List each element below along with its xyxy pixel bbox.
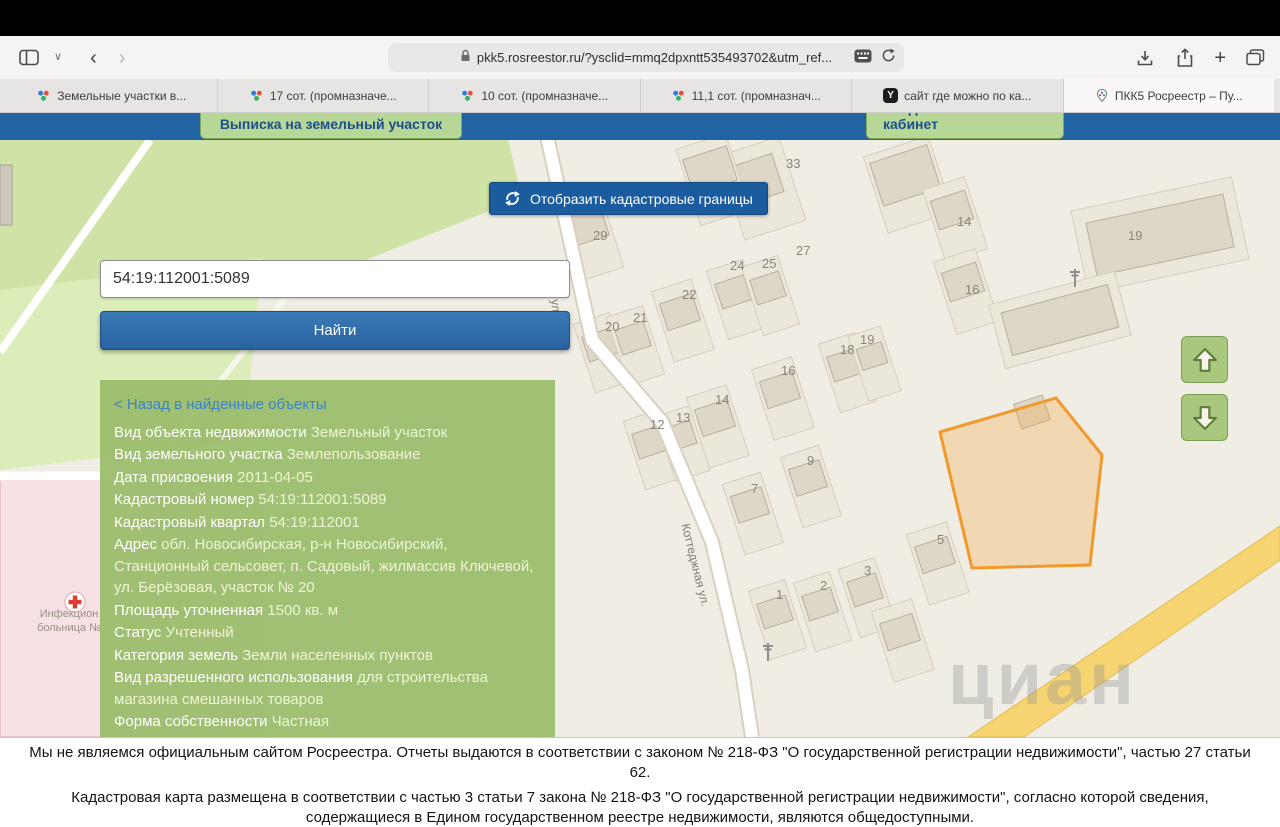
info-row: Дата присвоения 2011-04-05 bbox=[114, 468, 313, 486]
parcel-number: 1 bbox=[776, 587, 784, 602]
screen: ∨ ‹ › pkk5.rosreestor.ru/?ysclid=mmq2dpx… bbox=[0, 0, 1280, 827]
parcel-number: 3 bbox=[864, 563, 872, 578]
info-row: Вид разрешенного использования для строи… bbox=[114, 669, 488, 708]
tab-10-sot[interactable]: 10 сот. (промназначе... bbox=[429, 79, 641, 112]
parcel-number: 12 bbox=[650, 417, 665, 432]
info-row: Категория земель Земли населенных пункто… bbox=[114, 646, 433, 664]
chevron-down-icon[interactable]: ∨ bbox=[54, 52, 62, 63]
tab-yandex-search[interactable]: Y сайт где можно по ка... bbox=[852, 79, 1064, 112]
parcel-number: 9 bbox=[807, 453, 815, 468]
back-to-results-link[interactable]: < Назад в найденные объекты bbox=[114, 394, 541, 416]
show-boundaries-label: Отобразить кадастровые границы bbox=[530, 190, 753, 207]
tab-zemelnye-uchastki[interactable]: Земельные участки в... bbox=[6, 79, 218, 112]
map-pin-favicon bbox=[1095, 88, 1109, 103]
parcel-number: 27 bbox=[796, 243, 811, 258]
login-button[interactable]: Вход в личный кабинет bbox=[866, 113, 1064, 139]
arrow-up-icon bbox=[1192, 347, 1217, 372]
parcel-number: 14 bbox=[715, 392, 730, 407]
parcel-number: 16 bbox=[965, 282, 980, 297]
info-row: Вид объекта недвижимости Земельный участ… bbox=[114, 423, 448, 441]
cian-favicon bbox=[671, 88, 686, 103]
parcel-number: 20 bbox=[605, 319, 620, 334]
parcel-number: 18 bbox=[840, 342, 855, 357]
share-icon[interactable] bbox=[1174, 47, 1196, 69]
refresh-icon bbox=[504, 190, 521, 207]
new-tab-icon[interactable]: + bbox=[1214, 48, 1226, 68]
info-row: Кадастровый квартал 54:19:112001 bbox=[114, 513, 360, 531]
info-row: Площадь уточненная 1500 кв. м bbox=[114, 601, 339, 619]
site-header: Выписка на земельный участок Вход в личн… bbox=[0, 113, 1280, 140]
selected-parcel[interactable] bbox=[938, 396, 1104, 570]
parcel-info-panel: < Назад в найденные объекты Вид объекта … bbox=[100, 380, 555, 737]
show-boundaries-button[interactable]: Отобразить кадастровые границы bbox=[489, 182, 768, 215]
tab-17-sot[interactable]: 17 сот. (промназначе... bbox=[218, 79, 429, 112]
page-tools-icon[interactable] bbox=[854, 49, 872, 68]
cian-watermark: циан bbox=[948, 637, 1137, 720]
parcel-number: 25 bbox=[762, 256, 777, 271]
tab-pkk5-rosreestr[interactable]: ПКК5 Росреестр – Пу... bbox=[1063, 79, 1274, 112]
downloads-icon[interactable] bbox=[1134, 47, 1156, 69]
browser-toolbar: ∨ ‹ › pkk5.rosreestor.ru/?ysclid=mmq2dpx… bbox=[0, 36, 1280, 80]
top-black-bar bbox=[0, 0, 1280, 36]
lock-icon bbox=[460, 49, 471, 67]
info-row: Форма собственности Частная bbox=[114, 713, 330, 730]
forward-icon[interactable]: › bbox=[119, 48, 126, 68]
find-button[interactable]: Найти bbox=[100, 311, 570, 350]
info-row: Адрес обл. Новосибирская, р-н Новосибирс… bbox=[114, 536, 534, 596]
tab-title: 17 сот. (промназначе... bbox=[269, 88, 397, 103]
parcel-number: 16 bbox=[781, 363, 796, 378]
tab-title: Земельные участки в... bbox=[57, 88, 187, 103]
parcel-number: 7 bbox=[751, 481, 759, 496]
parcel-number: 29 bbox=[593, 228, 608, 243]
address-bar[interactable]: pkk5.rosreestor.ru/?ysclid=mmq2dpxntt535… bbox=[388, 43, 904, 72]
cian-favicon bbox=[36, 88, 51, 103]
parcel-number: 21 bbox=[633, 310, 648, 325]
statement-button[interactable]: Выписка на земельный участок bbox=[200, 113, 462, 139]
tab-bar: Земельные участки в... 17 сот. (промназн… bbox=[0, 79, 1280, 113]
footer: Мы не являемся официальным сайтом Росрее… bbox=[0, 737, 1280, 827]
info-row: Статус Учтенный bbox=[114, 624, 234, 641]
tab-title: сайт где можно по ка... bbox=[904, 88, 1032, 103]
cian-favicon bbox=[460, 88, 475, 103]
arrow-down-icon bbox=[1192, 405, 1217, 430]
parcel-number: 2 bbox=[820, 578, 828, 593]
tab-title: 10 сот. (промназначе... bbox=[481, 88, 609, 103]
tab-title: 11,1 сот. (промназнач... bbox=[691, 88, 821, 103]
pan-down-button[interactable] bbox=[1181, 394, 1228, 441]
tab-title: ПКК5 Росреестр – Пу... bbox=[1114, 88, 1243, 103]
pan-up-button[interactable] bbox=[1181, 336, 1228, 383]
parcel-number: 22 bbox=[682, 287, 697, 302]
parcel-number: 13 bbox=[676, 410, 691, 425]
footer-line-2: Кадастровая карта размещена в соответств… bbox=[71, 789, 1209, 826]
cian-favicon bbox=[249, 88, 264, 103]
info-row: Вид земельного участка Землепользование bbox=[114, 446, 421, 463]
reload-icon[interactable] bbox=[881, 48, 896, 68]
parcel-number: 5 bbox=[937, 532, 945, 547]
yandex-favicon: Y bbox=[883, 88, 899, 103]
back-icon[interactable]: ‹ bbox=[90, 48, 97, 68]
info-row: Кадастровый номер 54:19:112001:5089 bbox=[114, 491, 387, 508]
parcel-number: 14 bbox=[957, 214, 972, 229]
sidebar-icon[interactable] bbox=[18, 47, 40, 69]
parcel-number: 19 bbox=[860, 332, 875, 347]
cadastral-search-input[interactable] bbox=[100, 260, 570, 298]
footer-line-1: Мы не являемся официальным сайтом Росрее… bbox=[29, 744, 1251, 781]
tab-11-1-sot[interactable]: 11,1 сот. (промназнач... bbox=[641, 79, 852, 112]
parcel-number: 24 bbox=[730, 258, 745, 273]
url-text: pkk5.rosreestor.ru/?ysclid=mmq2dpxntt535… bbox=[476, 50, 833, 65]
parcel-number: 19 bbox=[1128, 228, 1143, 243]
tab-overview-icon[interactable] bbox=[1244, 47, 1266, 69]
parcel-number: 33 bbox=[786, 156, 801, 171]
